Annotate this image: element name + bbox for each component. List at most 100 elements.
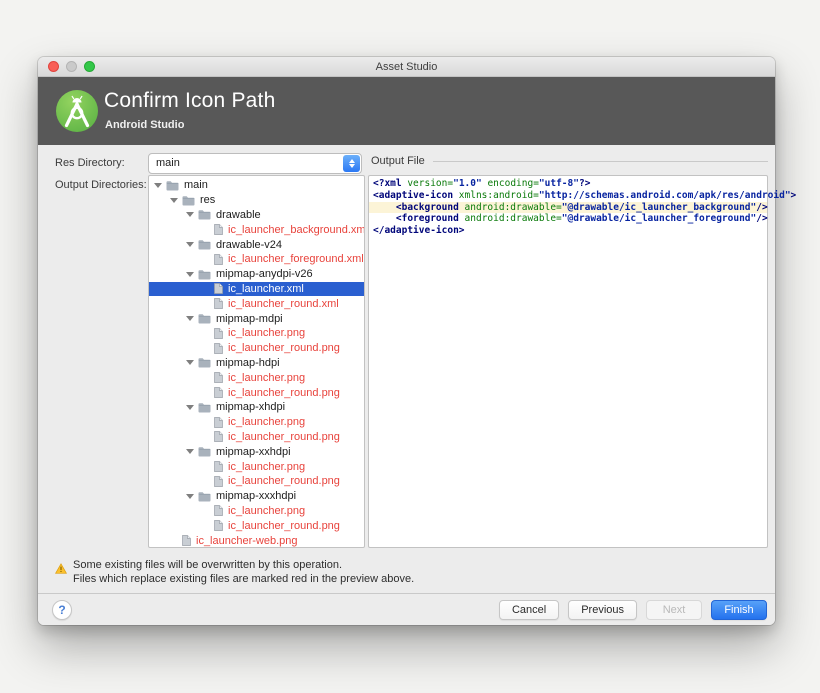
cancel-button[interactable]: Cancel [499,600,559,620]
warning-line-2: Files which replace existing files are m… [73,572,414,586]
disclosure-triangle-icon[interactable] [186,494,194,499]
tree-item-drawable-v24[interactable]: drawable-v24 [149,237,364,252]
tree-item-label: ic_launcher.png [228,372,305,384]
tree-item-main[interactable]: main [149,178,364,193]
previous-button[interactable]: Previous [568,600,637,620]
file-icon [214,431,223,442]
folder-icon [182,195,195,206]
tree-item-ic-launcher-round-png[interactable]: ic_launcher_round.png [149,341,364,356]
desktop-background: Asset Studio [0,0,820,693]
file-icon [214,283,223,294]
file-icon [214,461,223,472]
tree-item-mipmap-xxxhdpi[interactable]: mipmap-xxxhdpi [149,489,364,504]
disclosure-triangle-icon[interactable] [186,242,194,247]
tree-item-ic-launcher-xml[interactable]: ic_launcher.xml [149,282,364,297]
res-directory-label: Res Directory: [55,157,125,169]
warning-line-1: Some existing files will be overwritten … [73,558,414,572]
tree-item-ic-launcher-png[interactable]: ic_launcher.png [149,459,364,474]
tree-item-mipmap-xhdpi[interactable]: mipmap-xhdpi [149,400,364,415]
tree-item-ic-launcher-round-png[interactable]: ic_launcher_round.png [149,430,364,445]
tree-item-ic-launcher-png[interactable]: ic_launcher.png [149,326,364,341]
warning-icon [55,561,67,579]
tree-item-res[interactable]: res [149,193,364,208]
folder-icon [198,239,211,250]
disclosure-triangle-icon[interactable] [186,212,194,217]
help-button[interactable]: ? [52,600,72,620]
overwrite-warning: Some existing files will be overwritten … [55,558,414,586]
next-button[interactable]: Next [646,600,702,620]
disclosure-triangle-icon[interactable] [186,360,194,365]
file-icon [182,535,191,546]
folder-icon [198,446,211,457]
tree-item-mipmap-mdpi[interactable]: mipmap-mdpi [149,311,364,326]
tree-item-label: ic_launcher.png [228,416,305,428]
disclosure-triangle-icon[interactable] [154,183,162,188]
tree-item-label: ic_launcher_round.png [228,387,340,399]
folder-icon [198,491,211,502]
tree-item-label: ic_launcher.png [228,505,305,517]
tree-item-label: drawable-v24 [216,239,282,251]
tree-item-mipmap-anydpi-v26[interactable]: mipmap-anydpi-v26 [149,267,364,282]
tree-item-label: ic_launcher_round.png [228,475,340,487]
file-icon [214,343,223,354]
disclosure-triangle-icon[interactable] [170,198,178,203]
output-file-separator [433,161,768,162]
disclosure-triangle-icon[interactable] [186,316,194,321]
tree-item-drawable[interactable]: drawable [149,208,364,223]
file-icon [214,372,223,383]
asset-studio-window: Asset Studio [38,57,775,625]
code-line: <adaptive-icon xmlns:android="http://sch… [369,190,767,202]
tree-item-label: ic_launcher.xml [228,283,304,295]
tree-item-ic-launcher-png[interactable]: ic_launcher.png [149,504,364,519]
tree-item-ic-launcher-round-xml[interactable]: ic_launcher_round.xml [149,296,364,311]
code-line: <background android:drawable="@drawable/… [369,202,767,214]
folder-icon [198,402,211,413]
code-line: </adaptive-icon> [369,225,767,237]
minimize-window-button[interactable] [66,61,77,72]
tree-item-label: ic_launcher_round.png [228,520,340,532]
wizard-header: Confirm Icon Path Android Studio [38,77,775,145]
tree-item-label: res [200,194,215,206]
tree-item-label: main [184,179,208,191]
tree-item-label: mipmap-hdpi [216,357,280,369]
tree-item-ic-launcher-round-png[interactable]: ic_launcher_round.png [149,385,364,400]
wizard-footer: ? Cancel Previous Next Finish [38,593,775,625]
disclosure-triangle-icon[interactable] [186,405,194,410]
zoom-window-button[interactable] [84,61,95,72]
file-icon [214,505,223,516]
tree-item-label: drawable [216,209,261,221]
disclosure-triangle-icon[interactable] [186,272,194,277]
res-directory-value: main [156,157,180,169]
window-title: Asset Studio [38,57,775,77]
file-icon [214,224,223,235]
tree-item-ic-launcher-png[interactable]: ic_launcher.png [149,370,364,385]
tree-item-ic-launcher-round-png[interactable]: ic_launcher_round.png [149,518,364,533]
tree-item-mipmap-hdpi[interactable]: mipmap-hdpi [149,356,364,371]
android-studio-logo-icon [55,89,99,133]
output-directories-tree: main resdrawable ic_launcher_background.xm… [148,175,365,548]
tree-item-ic-launcher-web-png[interactable]: ic_launcher-web.png [149,533,364,548]
tree-item-label: mipmap-xhdpi [216,401,285,413]
wizard-buttons: Cancel Previous Next Finish [499,600,767,620]
tree-item-mipmap-xxhdpi[interactable]: mipmap-xxhdpi [149,444,364,459]
file-icon [214,387,223,398]
tree-item-ic-launcher-png[interactable]: ic_launcher.png [149,415,364,430]
code-line: <?xml version="1.0" encoding="utf-8"?> [369,178,767,190]
finish-button[interactable]: Finish [711,600,767,620]
combo-stepper-icon[interactable] [343,155,360,172]
tree-item-label: ic_launcher.png [228,327,305,339]
res-directory-select[interactable]: main [148,153,362,174]
tree-item-label: ic_launcher_background.xml [228,224,365,236]
code-line: <foreground android:drawable="@drawable/… [369,213,767,225]
tree-item-ic-launcher-round-png[interactable]: ic_launcher_round.png [149,474,364,489]
file-icon [214,254,223,265]
close-window-button[interactable] [48,61,59,72]
tree-item-label: ic_launcher_round.xml [228,298,339,310]
tree-item-ic-launcher-foreground-xml[interactable]: ic_launcher_foreground.xml [149,252,364,267]
tree-item-ic-launcher-background-xml[interactable]: ic_launcher_background.xml [149,222,364,237]
traffic-lights [48,61,95,72]
disclosure-triangle-icon[interactable] [186,449,194,454]
wizard-subtitle: Android Studio [105,119,184,131]
file-icon [214,298,223,309]
tree-item-label: ic_launcher_round.png [228,342,340,354]
